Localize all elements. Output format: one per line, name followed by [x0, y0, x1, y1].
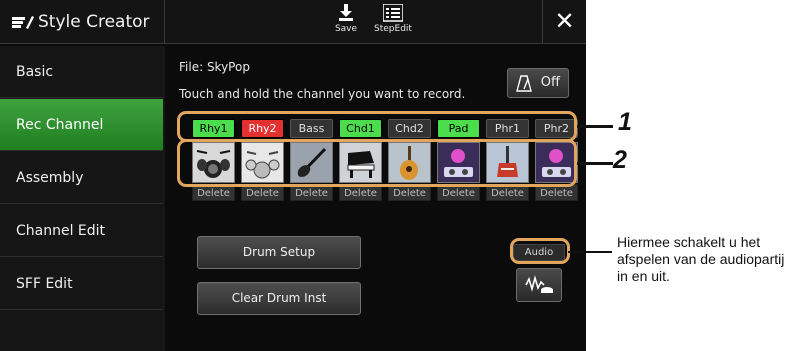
main-panel: File: SkyPop Touch and hold the channel …	[167, 46, 586, 351]
sidebar-item-assembly[interactable]: Assembly	[0, 152, 163, 204]
style-creator-icon	[12, 16, 34, 29]
title-area: Style Creator	[0, 0, 165, 44]
close-button[interactable]: ✕	[542, 0, 586, 44]
metronome-label: Off	[540, 75, 560, 90]
callout-box-channels	[177, 111, 577, 142]
save-button[interactable]: Save	[326, 4, 366, 42]
metronome-icon	[516, 75, 532, 92]
callout-number-2: 2	[613, 146, 627, 174]
metronome-button[interactable]: Off	[507, 68, 569, 98]
callout-box-voices	[177, 139, 577, 187]
sidebar: Basic Rec Channel Assembly Channel Edit …	[0, 46, 165, 351]
callout-leader-1	[577, 125, 613, 128]
sidebar-item-sff-edit[interactable]: SFF Edit	[0, 258, 163, 310]
callout-number-1: 1	[618, 108, 632, 136]
callout-leader-2	[577, 162, 613, 165]
save-icon	[339, 4, 353, 21]
callout-leader-audio	[568, 251, 612, 253]
sidebar-item-basic[interactable]: Basic	[0, 46, 163, 98]
clear-drum-inst-button[interactable]: Clear Drum Inst	[197, 282, 361, 315]
sidebar-item-rec-channel[interactable]: Rec Channel	[0, 99, 163, 151]
audio-waveform-icon	[525, 275, 553, 293]
sidebar-item-channel-edit[interactable]: Channel Edit	[0, 205, 163, 257]
close-icon: ✕	[554, 7, 575, 35]
title-bar: Style Creator Save StepEdit ✕	[0, 0, 586, 44]
file-name: File: SkyPop	[179, 60, 250, 74]
callout-box-audio	[510, 238, 570, 264]
drum-setup-button[interactable]: Drum Setup	[197, 236, 361, 269]
list-icon	[383, 4, 403, 22]
save-label: Save	[334, 24, 358, 34]
page-title: Style Creator	[38, 12, 150, 32]
stepedit-label: StepEdit	[374, 24, 412, 34]
audio-toggle-button[interactable]	[516, 268, 562, 302]
stepedit-button[interactable]: StepEdit	[368, 4, 418, 42]
instruction-text: Touch and hold the channel you want to r…	[179, 87, 466, 101]
audio-note-text: Hiermee schakelt u het afspelen van de a…	[617, 234, 785, 284]
